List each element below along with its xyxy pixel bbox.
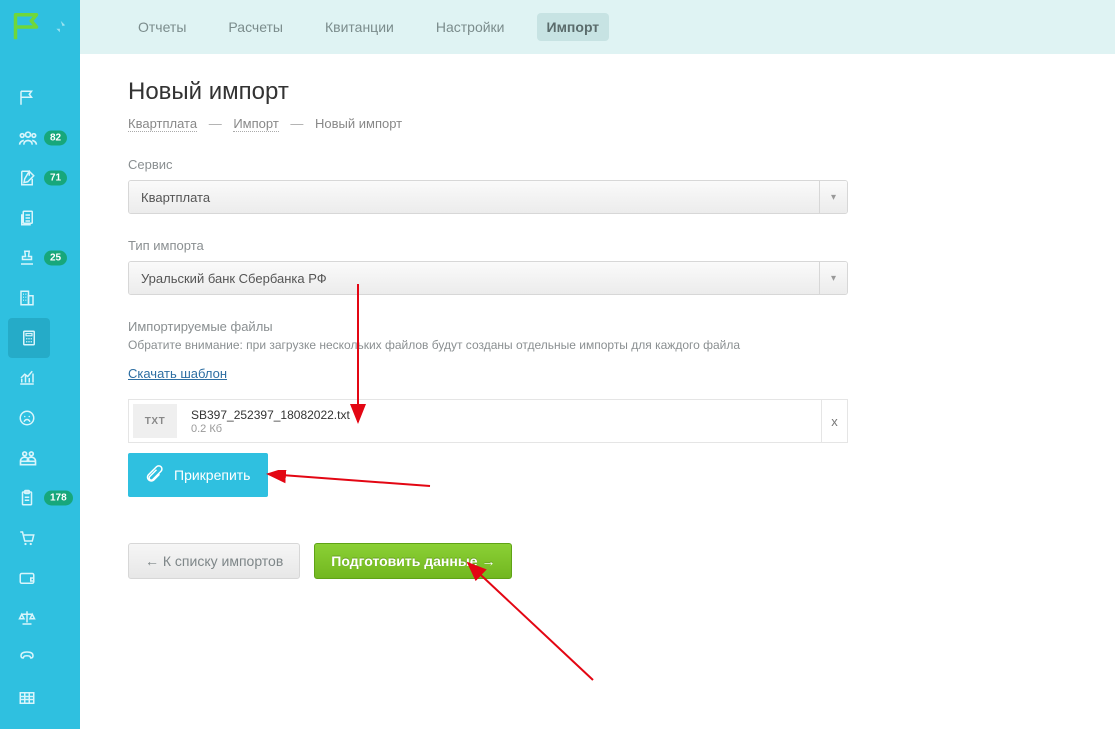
- wallet-icon: [18, 569, 36, 587]
- clipboard-icon: [18, 489, 36, 507]
- breadcrumb-mid[interactable]: Импорт: [233, 116, 278, 132]
- app-logo-icon: [12, 13, 40, 41]
- tab-reports[interactable]: Отчеты: [128, 13, 196, 41]
- sidebar-item-sad[interactable]: [0, 398, 80, 438]
- badge: 178: [44, 491, 73, 506]
- sidebar-item-cart[interactable]: [0, 518, 80, 558]
- breadcrumb-sep: —: [290, 116, 303, 131]
- tab-receipts[interactable]: Квитанции: [315, 13, 404, 41]
- breadcrumb-current: Новый импорт: [315, 116, 402, 131]
- sidebar-item-scales[interactable]: [0, 598, 80, 638]
- sidebar-item-calculator[interactable]: [8, 318, 50, 358]
- sidebar-item-wallet[interactable]: [0, 558, 80, 598]
- files-hint: Обратите внимание: при загрузке нескольк…: [128, 338, 1067, 352]
- documents-icon: [18, 209, 36, 227]
- back-button[interactable]: ← К списку импортов: [128, 543, 300, 579]
- service-value: Квартплата: [129, 181, 819, 213]
- edit-doc-icon: [18, 169, 36, 187]
- file-name: SB397_252397_18082022.txt: [191, 408, 821, 422]
- table-icon: [18, 689, 36, 707]
- import-type-select[interactable]: Уральский банк Сбербанка РФ ▾: [128, 261, 848, 295]
- sidebar-item-group[interactable]: [0, 438, 80, 478]
- building-icon: [18, 289, 36, 307]
- sidebar-item-edit[interactable]: 71: [0, 158, 80, 198]
- topbar: Отчеты Расчеты Квитанции Настройки Импор…: [80, 0, 1115, 54]
- cart-icon: [18, 529, 36, 547]
- attach-button[interactable]: Прикрепить: [128, 453, 268, 497]
- sidebar-item-people[interactable]: 82: [0, 118, 80, 158]
- sidebar-item-chart[interactable]: [0, 358, 80, 398]
- paperclip-icon: [146, 465, 164, 485]
- tab-calc[interactable]: Расчеты: [218, 13, 293, 41]
- breadcrumb-sep: —: [209, 116, 222, 131]
- tab-import[interactable]: Импорт: [537, 13, 610, 41]
- file-ext-badge: TXT: [133, 404, 177, 438]
- sidebar-header: [0, 0, 80, 54]
- sidebar-item-clipboard[interactable]: 178: [0, 478, 80, 518]
- service-label: Сервис: [128, 157, 1067, 172]
- badge: 25: [44, 251, 67, 266]
- prepare-data-button[interactable]: Подготовить данные →: [314, 543, 512, 579]
- sidebar-item-building[interactable]: [0, 278, 80, 318]
- sidebar-item-table[interactable]: [0, 678, 80, 718]
- group-icon: [18, 449, 38, 467]
- action-row: ← К списку импортов Подготовить данные →: [128, 543, 1067, 579]
- service-select[interactable]: Квартплата ▾: [128, 180, 848, 214]
- chart-up-icon: [18, 369, 36, 387]
- badge: 71: [44, 171, 67, 186]
- file-size: 0.2 Кб: [191, 423, 821, 435]
- files-label: Импортируемые файлы: [128, 319, 1067, 334]
- attach-label: Прикрепить: [174, 467, 250, 483]
- breadcrumb-root[interactable]: Квартплата: [128, 116, 197, 132]
- sad-face-icon: [18, 409, 36, 427]
- file-row: TXT SB397_252397_18082022.txt 0.2 Кб x: [128, 399, 848, 443]
- sidebar-item-calculator-wrap: [0, 318, 80, 358]
- import-type-value: Уральский банк Сбербанка РФ: [129, 262, 819, 294]
- file-info: SB397_252397_18082022.txt 0.2 Кб: [181, 400, 821, 442]
- scales-icon: [18, 609, 36, 627]
- chevron-down-icon: ▾: [819, 262, 847, 294]
- sidebar-item-phone[interactable]: [0, 638, 80, 678]
- flag-icon: [18, 89, 36, 107]
- sidebar-item-flag[interactable]: [0, 78, 80, 118]
- download-template-link[interactable]: Скачать шаблон: [128, 366, 227, 381]
- chevron-down-icon: ▾: [819, 181, 847, 213]
- sidebar-item-stamp[interactable]: 25: [0, 238, 80, 278]
- file-remove-button[interactable]: x: [821, 400, 847, 442]
- pin-icon[interactable]: [52, 20, 66, 34]
- page-title: Новый импорт: [128, 78, 1067, 106]
- stamp-icon: [18, 249, 36, 267]
- calculator-icon: [20, 329, 38, 347]
- breadcrumb: Квартплата — Импорт — Новый импорт: [128, 116, 1067, 131]
- tab-settings[interactable]: Настройки: [426, 13, 515, 41]
- import-type-label: Тип импорта: [128, 238, 1067, 253]
- badge: 82: [44, 131, 67, 146]
- sidebar-item-docs[interactable]: [0, 198, 80, 238]
- main-content: Новый импорт Квартплата — Импорт — Новый…: [80, 54, 1115, 729]
- phone-icon: [18, 649, 36, 667]
- sidebar: 82 71 25 17: [0, 0, 80, 729]
- people-icon: [18, 129, 38, 147]
